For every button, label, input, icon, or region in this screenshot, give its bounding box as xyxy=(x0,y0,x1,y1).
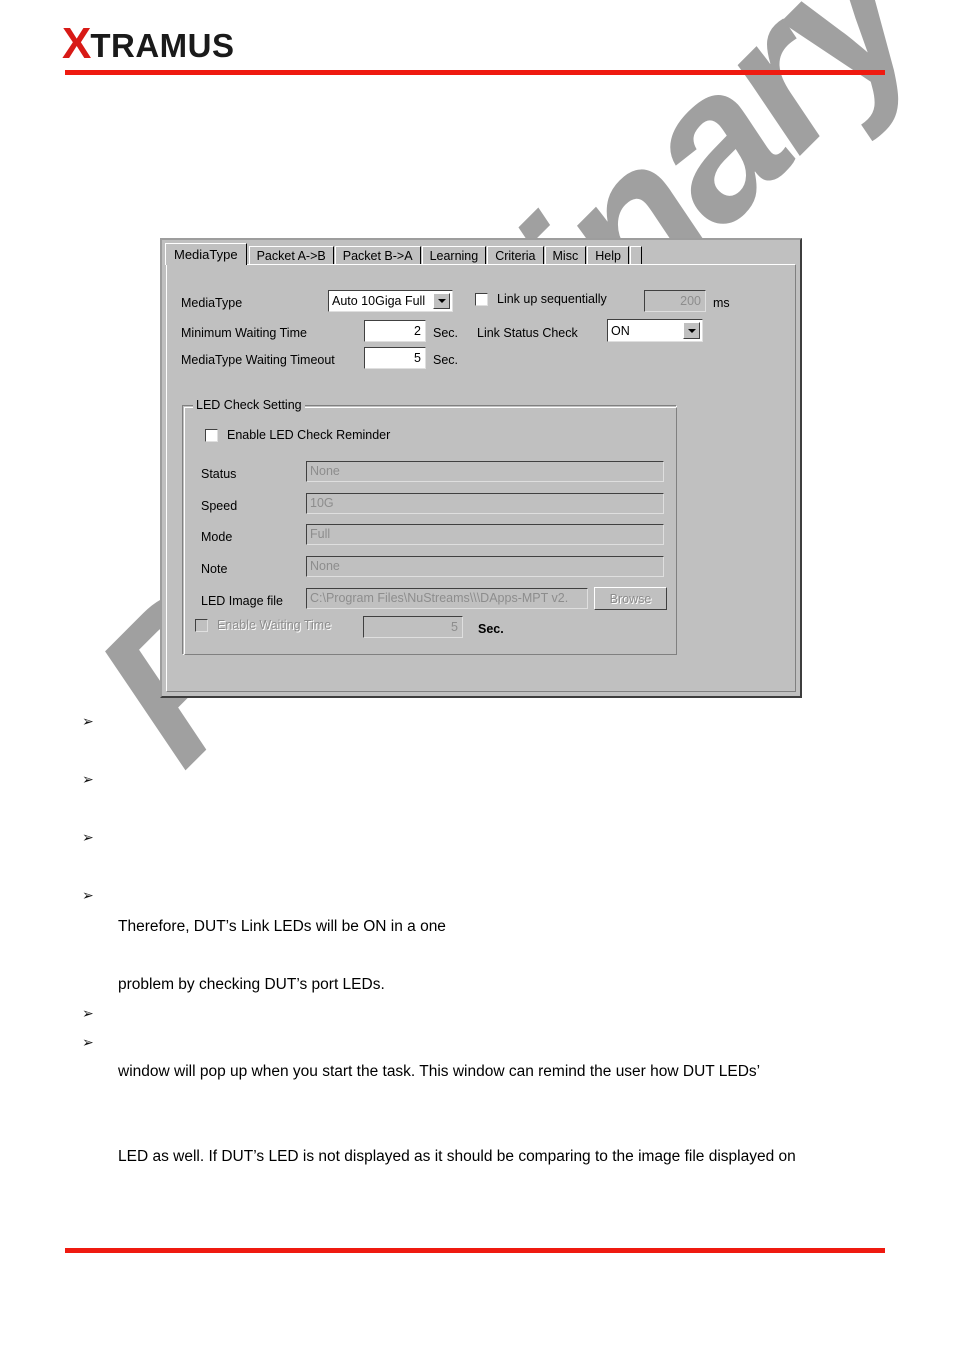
enable-led-check-reminder-checkbox[interactable]: Enable LED Check Reminder xyxy=(205,428,390,442)
link-status-check-combo[interactable]: ON xyxy=(607,319,703,342)
status-input[interactable]: None xyxy=(306,461,664,482)
tab-learning[interactable]: Learning xyxy=(421,246,487,265)
mode-input[interactable]: Full xyxy=(306,524,664,545)
mode-label: Mode xyxy=(201,530,233,544)
mediatype-waiting-timeout-input[interactable]: 5 xyxy=(364,347,426,369)
arrow-bullet-icon: ➢ xyxy=(82,888,94,904)
led-image-file-label: LED Image file xyxy=(201,594,283,608)
arrow-bullet-icon: ➢ xyxy=(82,1035,94,1051)
mediatype-waiting-timeout-unit: Sec. xyxy=(433,353,459,367)
chevron-down-icon[interactable] xyxy=(683,322,700,339)
list-item: ➢ xyxy=(82,772,94,787)
mediatype-combo[interactable]: Auto 10Giga Full xyxy=(328,290,453,312)
link-status-check-value: ON xyxy=(611,323,630,338)
enable-waiting-time-unit: Sec. xyxy=(478,622,504,636)
body-paragraph: LED as well. If DUT’s LED is not display… xyxy=(118,1148,796,1165)
arrow-bullet-icon: ➢ xyxy=(82,1006,94,1022)
note-label: Note xyxy=(201,562,228,576)
arrow-bullet-icon: ➢ xyxy=(82,714,94,730)
body-paragraph: window will pop up when you start the ta… xyxy=(118,1063,761,1080)
enable-led-check-reminder-label: Enable LED Check Reminder xyxy=(227,428,391,442)
tab-mediatype[interactable]: MediaType xyxy=(165,243,247,265)
tab-misc[interactable]: Misc xyxy=(544,246,587,265)
link-status-check-label: Link Status Check xyxy=(477,326,578,340)
footer-divider xyxy=(65,1248,885,1253)
checkbox-box[interactable] xyxy=(195,618,208,632)
xtramus-logo: XTRAMUS xyxy=(62,22,235,66)
mediatype-combo-value: Auto 10Giga Full xyxy=(332,294,426,308)
tab-criteria[interactable]: Criteria xyxy=(487,246,544,265)
led-check-setting-group: LED Check Setting Enable LED Check Remin… xyxy=(182,398,677,655)
arrow-bullet-icon: ➢ xyxy=(82,772,94,788)
status-label: Status xyxy=(201,467,237,481)
tab-packet-a-to-b[interactable]: Packet A->B xyxy=(248,246,334,265)
logo-text-tramus: TRAMUS xyxy=(90,27,235,64)
enable-waiting-time-checkbox[interactable]: Enable Waiting Time xyxy=(195,618,331,632)
checkbox-box[interactable] xyxy=(205,428,218,442)
browse-button[interactable]: Browse xyxy=(594,587,667,610)
list-item: ➢ xyxy=(82,888,94,903)
link-up-sequentially-checkbox[interactable]: Link up sequentially xyxy=(475,292,607,306)
enable-waiting-time-input[interactable]: 5 xyxy=(363,616,463,638)
speed-label: Speed xyxy=(201,499,238,513)
led-image-file-input[interactable]: C:\Program Files\NuStreams\\\DApps-MPT v… xyxy=(306,588,588,609)
led-check-setting-title: LED Check Setting xyxy=(193,398,305,412)
mediatype-tab-panel: MediaType Auto 10Giga Full Link up seque… xyxy=(166,264,796,692)
minimum-waiting-time-unit: Sec. xyxy=(433,326,459,340)
mediatype-waiting-timeout-label: MediaType Waiting Timeout xyxy=(181,353,335,367)
list-item: ➢ xyxy=(82,830,94,845)
tab-strip: MediaType Packet A->B Packet B->A Learni… xyxy=(165,243,792,265)
list-item: ➢ xyxy=(82,714,94,729)
note-input[interactable]: None xyxy=(306,556,664,577)
minimum-waiting-time-label: Minimum Waiting Time xyxy=(181,326,307,340)
link-up-delay-unit: ms xyxy=(713,296,730,310)
list-item: ➢ xyxy=(82,1006,94,1021)
body-paragraph: problem by checking DUT’s port LEDs. xyxy=(118,976,385,993)
tab-help[interactable]: Help xyxy=(587,246,629,265)
link-up-sequentially-label: Link up sequentially xyxy=(497,292,607,306)
enable-waiting-time-label: Enable Waiting Time xyxy=(217,618,332,632)
link-up-delay-input[interactable]: 200 xyxy=(644,290,706,312)
body-paragraph: Therefore, DUT’s Link LEDs will be ON in… xyxy=(118,918,446,935)
logo-letter-x: X xyxy=(62,19,91,68)
header-divider xyxy=(65,70,885,75)
checkbox-box[interactable] xyxy=(475,292,488,306)
list-item: ➢ xyxy=(82,1035,94,1050)
tab-packet-b-to-a[interactable]: Packet B->A xyxy=(334,246,421,265)
mediatype-label: MediaType xyxy=(181,296,243,310)
chevron-down-icon[interactable] xyxy=(433,293,450,309)
speed-input[interactable]: 10G xyxy=(306,493,664,514)
minimum-waiting-time-input[interactable]: 2 xyxy=(364,320,426,342)
tab-strip-filler xyxy=(629,246,642,265)
arrow-bullet-icon: ➢ xyxy=(82,830,94,846)
mediatype-settings-dialog: MediaType Packet A->B Packet B->A Learni… xyxy=(160,238,802,698)
